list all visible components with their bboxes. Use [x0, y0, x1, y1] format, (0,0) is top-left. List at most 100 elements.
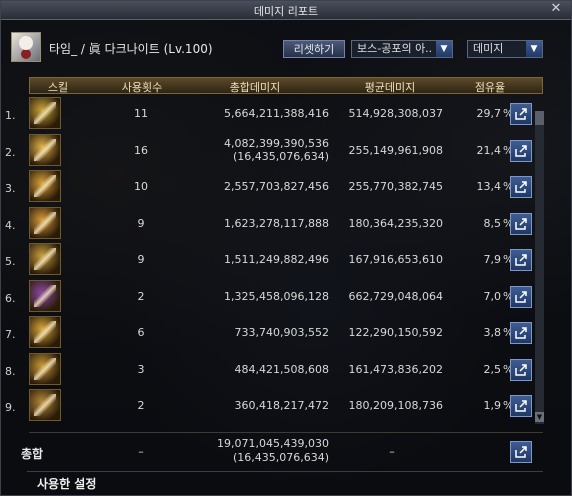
share-button[interactable]	[510, 176, 532, 198]
skill-icon	[29, 316, 61, 348]
share-icon	[515, 446, 527, 458]
share-button[interactable]	[510, 322, 532, 344]
total-damage: 1,511,249,882,496	[224, 253, 329, 266]
total-damage-sub: (16,435,076,634)	[232, 149, 329, 163]
summary-count: –	[138, 445, 144, 458]
reset-button[interactable]: 리셋하기	[283, 40, 345, 58]
row-number: 2.	[5, 145, 16, 159]
character-avatar	[11, 32, 41, 62]
total-damage: 1,325,458,096,128	[224, 289, 329, 303]
share-icon	[515, 181, 527, 193]
table-row: 2. 16 4,082,399,390,536 (16,435,076,634) 255…	[5, 133, 543, 168]
header-count: 사용횟수	[121, 81, 163, 94]
average-damage: 122,290,150,592	[348, 326, 443, 339]
use-count: 10	[134, 180, 148, 193]
average-damage: 180,364,235,320	[348, 216, 443, 230]
scrollbar-thumb[interactable]	[535, 111, 544, 125]
title-bar[interactable]: 데미지 리포트 ✕	[1, 1, 571, 20]
row-number: 5.	[5, 255, 16, 268]
share-button[interactable]	[510, 249, 532, 271]
total-damage: 360,418,217,472	[234, 399, 329, 412]
skill-icon	[29, 133, 61, 166]
share-percent: 3,8	[483, 326, 502, 339]
average-damage: 255,149,961,908	[348, 143, 443, 157]
row-number: 3.	[5, 182, 16, 195]
summary-share-button[interactable]	[510, 441, 532, 463]
average-damage: 662,729,048,064	[348, 289, 443, 303]
table-row: 8. 3 484,421,508,608 161,473,836,202 2,5%	[5, 352, 543, 387]
summary-row: 총합 – 19,071,045,439,030 (16,435,076,634)…	[21, 432, 543, 471]
boss-select[interactable]: 보스-공포의 아.. ▼	[351, 40, 453, 58]
use-count: 9	[137, 216, 145, 230]
share-button[interactable]	[510, 395, 532, 417]
boss-select-value: 보스-공포의 아..	[357, 42, 433, 55]
summary-avg: –	[389, 445, 395, 458]
total-damage: 4,082,399,390,536	[224, 136, 329, 150]
row-number: 6.	[5, 291, 16, 305]
total-damage: 1,623,278,117,888	[224, 216, 329, 230]
share-icon	[515, 327, 527, 339]
share-icon	[515, 144, 527, 157]
table-row: 6. 2 1,325,458,096,128 662,729,048,064 7,0%	[5, 279, 543, 314]
use-count: 3	[137, 362, 145, 376]
table-header: 스킬 사용횟수 총합데미지 평균데미지 점유율	[29, 77, 543, 94]
table-scrollbar[interactable]	[535, 111, 544, 424]
skill-icon	[29, 97, 61, 129]
metric-select[interactable]: 데미지 ▼	[467, 40, 543, 58]
window-title: 데미지 리포트	[253, 5, 319, 18]
share-percent: 21,4	[476, 143, 502, 157]
share-button[interactable]	[510, 358, 532, 381]
share-percent: 13,4	[476, 180, 502, 193]
average-damage: 161,473,836,202	[348, 362, 443, 376]
share-percent: 7,0	[483, 289, 502, 303]
row-number: 9.	[5, 401, 16, 414]
total-damage: 5,664,211,388,416	[224, 107, 329, 120]
used-settings-tab[interactable]: 사용한 설정	[37, 475, 96, 492]
share-button[interactable]	[510, 139, 532, 162]
skill-icon	[29, 279, 61, 312]
table-row: 1. 11 5,664,211,388,416 514,928,308,037 29,7…	[5, 97, 543, 131]
skill-icon	[29, 243, 61, 275]
use-count: 16	[134, 143, 148, 157]
share-icon	[515, 290, 527, 303]
row-number: 8.	[5, 364, 16, 378]
row-number: 1.	[5, 109, 16, 122]
share-button[interactable]	[510, 285, 532, 308]
summary-total-sub: (16,435,076,634)	[232, 451, 329, 464]
summary-label: 총합	[21, 447, 44, 461]
share-percent: 29,7	[476, 107, 502, 120]
scroll-down-icon[interactable]: ▼	[535, 412, 544, 422]
share-percent: 8,5	[483, 216, 502, 230]
skill-icon	[29, 389, 61, 421]
share-button[interactable]	[510, 212, 532, 235]
metric-select-value: 데미지	[473, 42, 504, 55]
average-damage: 514,928,308,037	[348, 107, 443, 120]
table-row: 3. 10 2,557,703,827,456 255,770,382,745 13,4…	[5, 170, 543, 204]
use-count: 2	[137, 399, 145, 412]
share-percent: 2,5	[483, 362, 502, 376]
share-button[interactable]	[510, 103, 532, 125]
average-damage: 167,916,653,610	[348, 253, 443, 266]
character-name: 타임_ / 眞 다크나이트 (Lv.100)	[49, 42, 213, 56]
table-row: 4. 9 1,623,278,117,888 180,364,235,320 8,5%	[5, 206, 543, 241]
use-count: 9	[137, 253, 145, 266]
average-damage: 255,770,382,745	[348, 180, 443, 193]
header-share: 점유율	[474, 81, 506, 94]
use-count: 6	[137, 326, 145, 339]
chevron-down-icon: ▼	[436, 41, 452, 57]
header-avg: 평균데미지	[364, 81, 416, 94]
use-count: 2	[137, 289, 145, 303]
total-damage: 733,740,903,552	[234, 326, 329, 339]
summary-total: 19,071,045,439,030	[217, 437, 329, 450]
total-damage: 484,421,508,608	[234, 362, 329, 376]
share-icon	[515, 108, 527, 120]
close-icon[interactable]: ✕	[549, 2, 563, 16]
use-count: 11	[134, 107, 148, 120]
skill-icon	[29, 170, 61, 202]
share-icon	[515, 363, 527, 376]
table-row: 9. 2 360,418,217,472 180,209,108,736 1,9%	[5, 389, 543, 423]
row-number: 7.	[5, 328, 16, 341]
footer-divider	[27, 471, 543, 472]
share-icon	[515, 400, 527, 412]
share-icon	[515, 217, 527, 230]
